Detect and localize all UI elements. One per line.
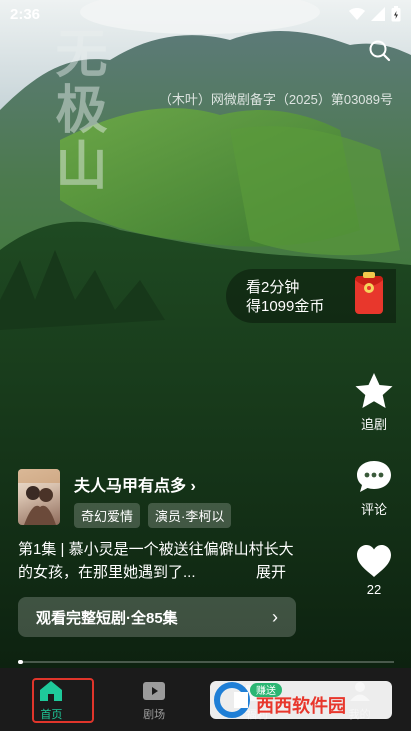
comment-button[interactable]: 评论 xyxy=(351,459,397,518)
red-envelope-icon xyxy=(355,272,383,314)
heart-icon xyxy=(357,545,391,577)
actor-tag[interactable]: 演员·李柯以 xyxy=(148,503,232,528)
reward-banner[interactable]: 看2分钟 得1099金币 xyxy=(226,269,396,323)
progress-thumb[interactable] xyxy=(18,660,23,664)
comment-icon xyxy=(357,461,391,492)
signal-icon xyxy=(371,7,385,21)
chevron-right-icon: › xyxy=(272,606,278,627)
follow-label: 追剧 xyxy=(360,417,387,432)
drama-title[interactable]: 夫人马甲有点多 › xyxy=(74,472,196,496)
nav-theater-label: 剧场 xyxy=(143,709,166,721)
like-count: 22 xyxy=(366,582,382,597)
chevron-right-icon: › xyxy=(190,478,196,495)
logo-text: 西西软件园 xyxy=(256,695,346,717)
cover-art xyxy=(18,469,60,525)
status-icons xyxy=(349,6,401,22)
nav-theater[interactable]: 剧场 xyxy=(103,668,206,731)
battery-icon xyxy=(391,6,401,22)
search-icon[interactable] xyxy=(367,38,393,64)
drama-cover[interactable] xyxy=(18,469,60,525)
drama-title-text: 夫人马甲有点多 xyxy=(74,478,187,495)
site-watermark-logo: 赚送 西西软件园 xyxy=(210,681,392,719)
play-icon xyxy=(143,682,166,700)
drama-tags: 奇幻爱情 演员·李柯以 xyxy=(74,503,232,528)
status-time: 2:36 xyxy=(10,5,41,23)
watch-full-drama-button[interactable]: 观看完整短剧·全85集 › xyxy=(18,597,296,637)
status-bar: 2:36 xyxy=(0,0,411,28)
license-number: （木叶）网微剧备字（2025）第03089号 xyxy=(158,92,393,107)
genre-tag[interactable]: 奇幻爱情 xyxy=(74,503,141,528)
comment-label: 评论 xyxy=(360,502,387,517)
star-icon xyxy=(355,373,393,408)
watch-full-label: 观看完整短剧·全85集 xyxy=(36,609,178,627)
expand-button[interactable]: 展开 xyxy=(256,561,286,582)
follow-button[interactable]: 追剧 xyxy=(351,372,397,433)
wifi-icon xyxy=(349,8,365,20)
like-button[interactable]: 22 xyxy=(351,544,397,597)
video-progress-bar[interactable] xyxy=(18,660,394,664)
drama-watermark-title: 无极山 xyxy=(46,26,107,194)
side-actions: 追剧 评论 22 xyxy=(351,372,397,623)
home-highlight-box xyxy=(32,678,94,723)
